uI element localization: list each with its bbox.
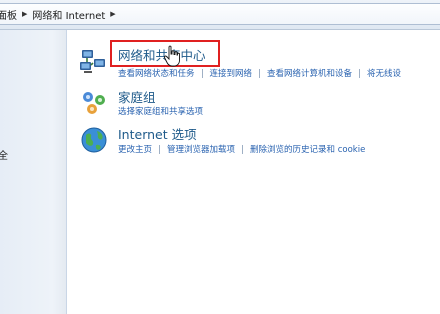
change-homepage-link[interactable]: 更改主页: [118, 143, 152, 155]
breadcrumb-control-panel[interactable]: 控制面板: [0, 7, 20, 22]
link-divider: [259, 68, 261, 78]
choose-homegroup-options-link[interactable]: 选择家庭组和共享选项: [118, 105, 203, 117]
view-network-status-link[interactable]: 查看网络状态和任务: [118, 67, 195, 79]
internet-options-tasks: 更改主页 管理浏览器加载项 删除浏览的历史记录和 cookie: [118, 143, 365, 155]
connect-to-network-link[interactable]: 连接到网络: [210, 67, 253, 79]
sidebar: 安全 ā: [0, 30, 67, 314]
manage-browser-addons-link[interactable]: 管理浏览器加载项: [167, 143, 235, 155]
link-divider: [201, 68, 203, 78]
link-divider: [359, 68, 361, 78]
control-panel-window: 控制面板 ▶ 网络和 Internet ▶ 安全 ā 网络和共享中心 查看网络状…: [0, 0, 440, 314]
view-network-computers-link[interactable]: 查看网络计算机和设备: [267, 67, 352, 79]
breadcrumb-dropdown-icon[interactable]: ▶: [108, 10, 117, 18]
hand-cursor-icon: [163, 45, 180, 67]
breadcrumb-separator-icon[interactable]: ▶: [20, 10, 29, 18]
breadcrumb-network-internet[interactable]: 网络和 Internet: [29, 7, 108, 22]
sidebar-item-security[interactable]: 安全: [0, 147, 8, 162]
network-sharing-center-icon[interactable]: [78, 45, 110, 77]
internet-options-globe-icon[interactable]: [78, 124, 110, 156]
add-wireless-device-link[interactable]: 将无线设: [367, 67, 401, 79]
network-sharing-tasks: 查看网络状态和任务 连接到网络 查看网络计算机和设备 将无线设: [118, 67, 401, 79]
homegroup-link[interactable]: 家庭组: [118, 87, 156, 106]
homegroup-icon[interactable]: [78, 87, 110, 119]
link-divider: [242, 144, 244, 154]
homegroup-tasks: 选择家庭组和共享选项: [118, 105, 203, 117]
link-divider: [159, 144, 161, 154]
delete-browsing-history-link[interactable]: 删除浏览的历史记录和 cookie: [250, 143, 365, 155]
address-bar: 控制面板 ▶ 网络和 Internet ▶: [0, 0, 440, 30]
breadcrumb[interactable]: 控制面板 ▶ 网络和 Internet ▶: [0, 3, 440, 25]
internet-options-link[interactable]: Internet 选项: [118, 124, 197, 143]
